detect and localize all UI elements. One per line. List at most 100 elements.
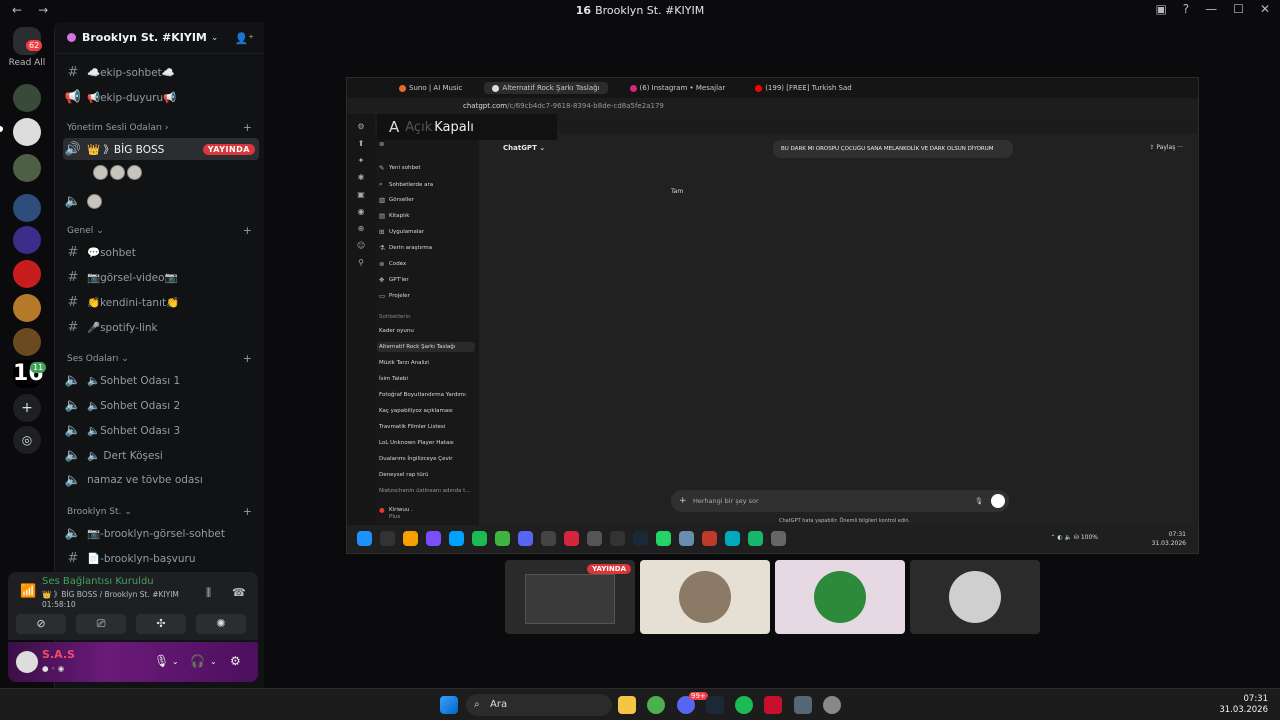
close-icon[interactable]: ✕ <box>1260 2 1270 16</box>
chevron-down-icon[interactable]: ⌄ <box>210 657 217 666</box>
voice-channel-path[interactable]: 👑 》BİG BOSS / Brooklyn St. #KIYIM <box>42 589 179 600</box>
file-explorer-icon[interactable] <box>618 696 636 714</box>
taskbar-search[interactable]: ⌕ Ara <box>466 694 612 716</box>
category-brooklyn[interactable]: Brooklyn St. ⌄ <box>67 507 132 517</box>
app-icon[interactable] <box>794 696 812 714</box>
sidebar-icon[interactable]: ⚲ <box>347 258 375 267</box>
account-item[interactable]: ● Kiriwuu . <box>379 506 413 514</box>
sidebar-icon[interactable]: ⬆ <box>347 139 375 148</box>
activities-button[interactable]: ✣ <box>136 614 186 634</box>
noise-suppression-icon[interactable]: ⫼ <box>206 586 211 600</box>
maximize-icon[interactable]: ☐ <box>1233 2 1244 16</box>
channel-brooklyn-basvuru[interactable]: # 📄-brooklyn-başvuru <box>63 547 259 569</box>
avatar[interactable] <box>87 193 102 209</box>
chevron-down-icon[interactable]: ⌄ <box>172 657 179 666</box>
share-button[interactable]: ⇪ Paylaş ··· <box>1149 144 1183 151</box>
chat-item[interactable]: Kaç yapabiliyoz açıklaması <box>379 408 453 414</box>
voice-channel-sohbet-1[interactable]: 🔈 🔈Sohbet Odası 1 <box>63 369 259 391</box>
screen-share-stream[interactable]: Suno | AI Music Alternatif Rock Şarkı Ta… <box>346 77 1199 554</box>
browser-tab[interactable]: Alternatif Rock Şarkı Taslağı <box>484 82 608 94</box>
participant-tile[interactable] <box>640 560 770 634</box>
server-icon-3[interactable] <box>13 154 41 182</box>
soundboard-button[interactable]: ✺ <box>196 614 246 634</box>
server-icon-4[interactable] <box>13 194 41 222</box>
participant-tile[interactable] <box>910 560 1040 634</box>
server-icon-8[interactable] <box>13 328 41 356</box>
screen-share-button[interactable]: ⎚ <box>76 614 126 634</box>
server-icon-7[interactable] <box>13 294 41 322</box>
channel-gorsel-video[interactable]: # 📷görsel-video📷 <box>63 266 259 288</box>
add-channel-icon[interactable]: + <box>243 505 252 518</box>
plus-icon[interactable]: + <box>679 490 687 512</box>
help-icon[interactable]: ? <box>1183 2 1189 16</box>
browser-tab[interactable]: (6) Instagram • Mesajlar <box>622 82 734 94</box>
valorant-icon[interactable] <box>764 696 782 714</box>
avatar[interactable] <box>16 651 38 673</box>
chat-composer[interactable]: + Herhangi bir şey sor 🎙 <box>671 490 1009 512</box>
category-yonetim[interactable]: Yönetim Sesli Odaları › <box>67 123 169 133</box>
inbox-icon[interactable]: ▣ <box>1155 2 1166 16</box>
sidebar-item-apps[interactable]: ⊞ Uygulamalar <box>379 228 424 236</box>
settings-gear-icon[interactable]: ⚙ <box>230 654 241 668</box>
avatar[interactable] <box>93 165 108 180</box>
sidebar-icon[interactable]: ⚙ <box>347 122 375 131</box>
chat-item[interactable]: Kader oyunu <box>379 328 414 334</box>
disconnect-icon[interactable]: ☎ <box>232 586 246 599</box>
channel-sohbet[interactable]: # 💬sohbet <box>63 241 259 263</box>
chat-item[interactable]: Fotoğraf Boyutlandırma Yardımı <box>379 392 466 398</box>
chat-item[interactable]: Alternatif Rock Şarkı Taslağı <box>377 342 475 352</box>
sidebar-item-new-chat[interactable]: ✎ Yeni sohbet <box>379 164 421 172</box>
chat-item[interactable]: Nietzschenin üstinsanı adında t... <box>379 488 470 494</box>
sidebar-item-research[interactable]: ⚗ Derin araştırma <box>379 244 432 252</box>
sidebar-item-images[interactable]: ▧ Görseller <box>379 196 414 204</box>
chat-item[interactable]: Deneysel rap türü <box>379 472 429 478</box>
steam-icon[interactable] <box>706 696 724 714</box>
spotify-icon[interactable] <box>735 696 753 714</box>
add-channel-icon[interactable]: + <box>243 121 252 134</box>
chat-item[interactable]: Müzik Tarzı Analizi <box>379 360 429 366</box>
read-all-button[interactable]: Read All <box>4 58 50 68</box>
add-member-icon[interactable]: 👤⁺ <box>234 32 254 45</box>
voice-channel-dert[interactable]: 🔈 🔈 Dert Köşesi <box>63 444 259 466</box>
sidebar-item-projects[interactable]: ▭ Projeler <box>379 292 410 300</box>
chatgpt-logo-icon[interactable]: ⊛ <box>379 140 385 148</box>
chat-item[interactable]: Dualarımı İngilizceye Çevir <box>379 456 453 462</box>
avatar[interactable] <box>127 165 142 180</box>
browser-tab[interactable]: (199) [FREE] Turkish Sad <box>747 82 859 94</box>
voice-channel-namaz[interactable]: 🔈 namaz ve tövbe odası <box>63 469 259 491</box>
username[interactable]: S.A.S <box>42 648 75 661</box>
server-icon-2[interactable] <box>13 118 41 146</box>
stop-button[interactable] <box>991 494 1005 508</box>
voice-channel-sohbet-2[interactable]: 🔈 🔈Sohbet Odası 2 <box>63 394 259 416</box>
category-ses[interactable]: Ses Odaları ⌄ <box>67 354 129 364</box>
voice-status[interactable]: Ses Bağlantısı Kuruldu <box>42 576 154 587</box>
voice-channel-sohbet-3[interactable]: 🔈 🔈Sohbet Odası 3 <box>63 419 259 441</box>
sidebar-icon[interactable]: ▣ <box>347 190 375 199</box>
sidebar-item-search[interactable]: ⌕ Sohbetlerde ara <box>379 180 433 189</box>
voice-channel-brooklyn-gorsel[interactable]: 🔈 📷-brooklyn-görsel-sohbet <box>63 522 259 544</box>
add-channel-icon[interactable]: + <box>243 224 252 237</box>
channel-ekip-sohbet[interactable]: # ☁️ekip-sohbet☁️ <box>63 61 259 83</box>
sidebar-icon[interactable]: ✱ <box>347 173 375 182</box>
channel-ekip-duyuru[interactable]: 📢 📢ekip-duyuru📢 <box>63 86 259 108</box>
server-icon-6[interactable] <box>13 260 41 288</box>
server-header[interactable]: Brooklyn St. #KIYIM ⌄ 👤⁺ <box>55 22 264 54</box>
address-bar[interactable]: chatgpt.com/c/69cb4dc7-9618-8394-b8de-cd… <box>347 98 1198 114</box>
channel-spotify-link[interactable]: # 🎤spotify-link <box>63 316 259 338</box>
sidebar-icon[interactable]: ☺ <box>347 241 375 250</box>
camera-off-button[interactable]: ⊘ <box>16 614 66 634</box>
discover-compass-icon[interactable]: ◎ <box>13 426 41 454</box>
chrome-icon[interactable] <box>647 696 665 714</box>
sidebar-icon[interactable]: ⊕ <box>347 224 375 233</box>
chat-item[interactable]: Travmatik Filmler Listesi <box>379 424 445 430</box>
headphones-icon[interactable]: 🎧 <box>190 654 205 668</box>
chat-item[interactable]: LoL Unknown Player Hatası <box>379 440 454 446</box>
voice-channel-unnamed[interactable]: 🔈 <box>63 190 259 212</box>
windows-start-icon[interactable] <box>440 696 458 714</box>
sidebar-icon[interactable]: ✦ <box>347 156 375 165</box>
channel-kendini-tanit[interactable]: # 👏kendini-tanıt👏 <box>63 291 259 313</box>
sidebar-item-codex[interactable]: ⊚ Codex <box>379 260 406 268</box>
server-icon-1[interactable] <box>13 84 41 112</box>
avatar[interactable] <box>110 165 125 180</box>
sidebar-icon[interactable]: ◉ <box>347 207 375 216</box>
